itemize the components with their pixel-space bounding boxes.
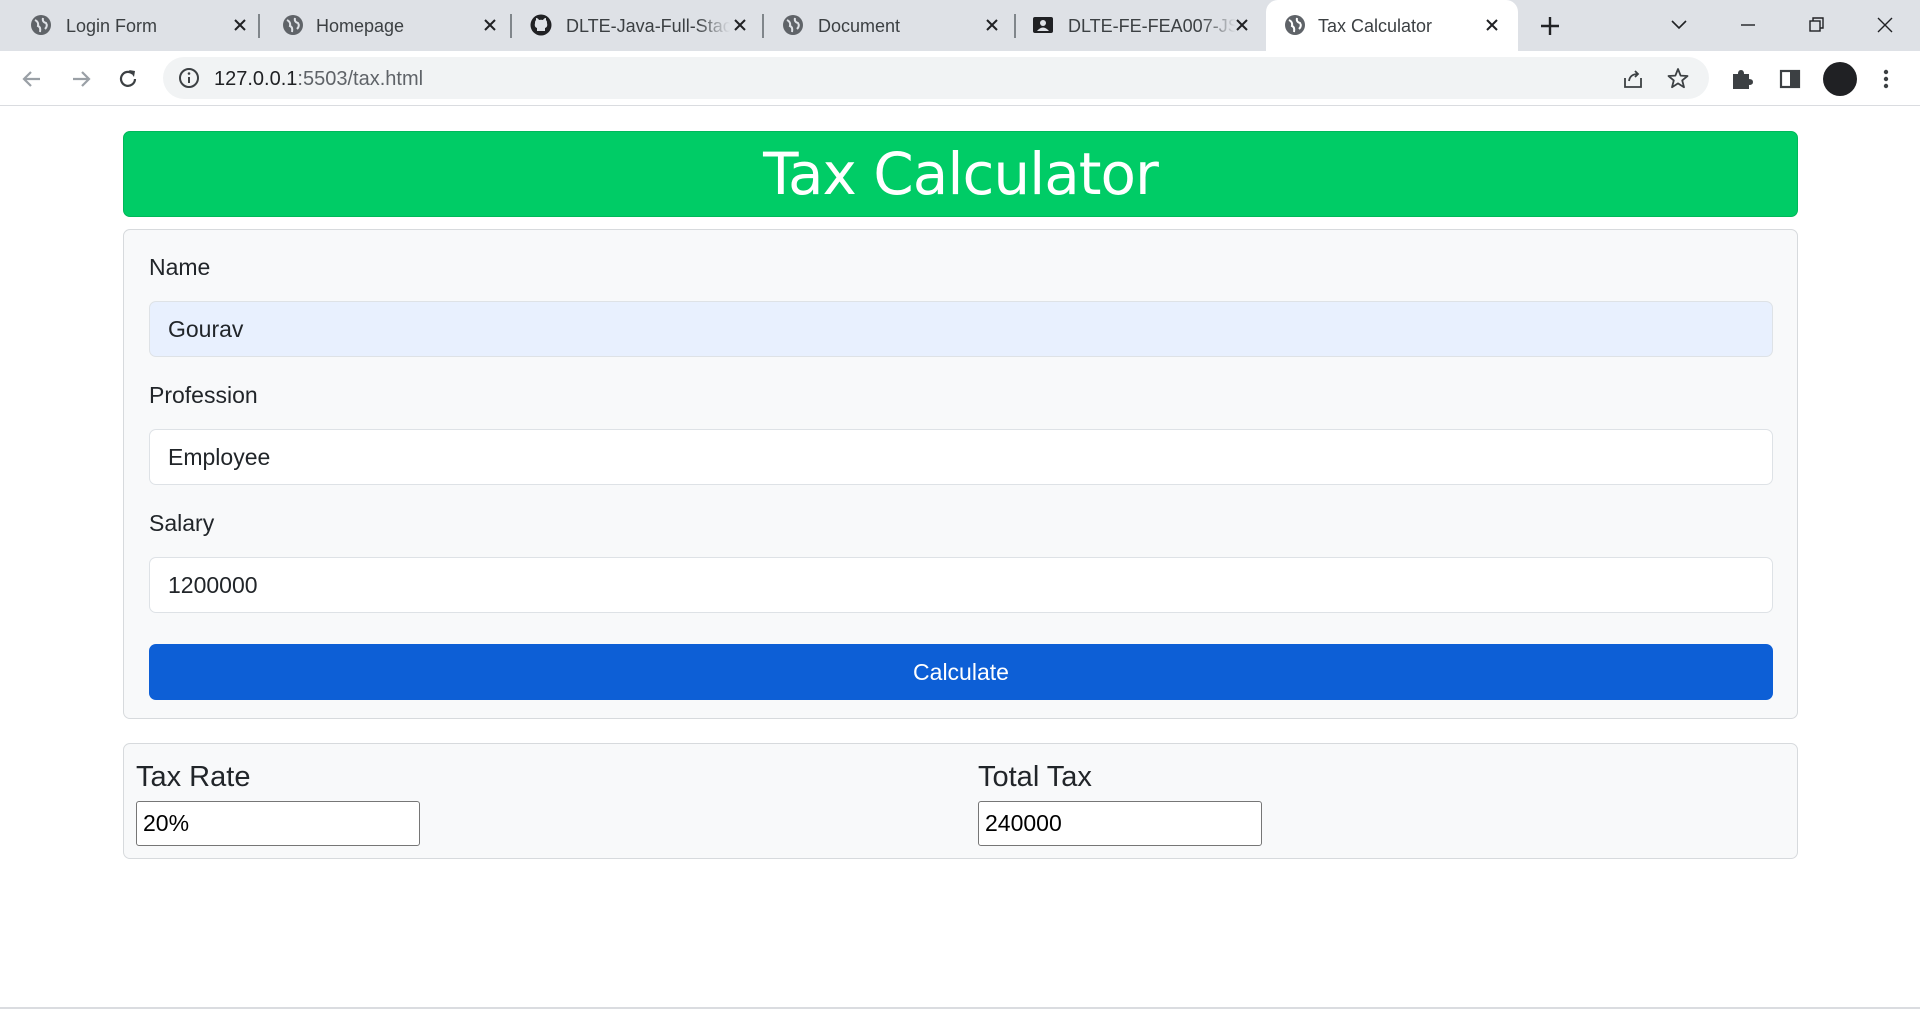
tax-form-card: Name Gourav Profession Employee Salary 1… — [123, 229, 1798, 719]
minimize-icon[interactable] — [1733, 10, 1763, 40]
address-bar[interactable]: 127.0.0.1:5503/tax.html — [163, 57, 1709, 99]
github-icon — [530, 14, 552, 36]
url-path: :5503/tax.html — [297, 68, 424, 90]
name-input[interactable]: Gourav — [149, 301, 1773, 357]
tab-title: DLTE-Java-Full-Stac — [566, 16, 730, 36]
tab-title: Tax Calculator — [1318, 16, 1433, 36]
bookmark-star-icon[interactable] — [1665, 66, 1691, 92]
new-tab-icon[interactable] — [1536, 12, 1564, 40]
tab-title: Homepage — [316, 16, 405, 36]
share-icon[interactable] — [1620, 66, 1646, 92]
tab-separator — [762, 14, 764, 38]
reload-icon[interactable] — [114, 65, 142, 93]
calculate-button[interactable]: Calculate — [149, 644, 1773, 700]
tab-strip: Login Form Homepage DLTE-Java-Full-Stac … — [0, 0, 1920, 51]
total-tax-label: Total Tax — [978, 761, 1092, 793]
tab-document[interactable]: Document — [766, 0, 1016, 51]
tab-separator — [510, 14, 512, 38]
tab-tax-calculator[interactable]: Tax Calculator — [1266, 0, 1518, 51]
url-text: 127.0.0.1:5503/tax.html — [214, 68, 423, 90]
page-title: Tax Calculator — [763, 140, 1159, 208]
tab-title: Login Form — [66, 16, 158, 36]
tab-separator — [1014, 14, 1016, 38]
tab-close-icon[interactable] — [478, 13, 502, 37]
globe-icon — [1285, 15, 1305, 35]
salary-input[interactable]: 1200000 — [149, 557, 1773, 613]
extensions-puzzle-icon[interactable] — [1728, 65, 1756, 93]
globe-icon — [283, 15, 303, 35]
tab-close-icon[interactable] — [228, 13, 252, 37]
tab-homepage[interactable]: Homepage — [262, 0, 512, 51]
browser-toolbar: 127.0.0.1:5503/tax.html — [0, 51, 1920, 106]
profession-input[interactable]: Employee — [149, 429, 1773, 485]
contact-card-icon — [1033, 17, 1053, 33]
forward-arrow-icon[interactable] — [67, 65, 95, 93]
name-label: Name — [149, 254, 211, 280]
tab-title: Document — [818, 16, 901, 36]
tab-search-chevron-icon[interactable] — [1664, 10, 1694, 40]
tab-close-icon[interactable] — [980, 13, 1004, 37]
tab-github[interactable]: DLTE-Java-Full-Stac — [514, 0, 764, 51]
page-content: Tax Calculator Name Gourav Profession Em… — [0, 106, 1920, 1009]
page-header: Tax Calculator — [123, 131, 1798, 217]
profile-avatar[interactable] — [1823, 62, 1857, 96]
tab-close-icon[interactable] — [1480, 13, 1504, 37]
back-arrow-icon[interactable] — [18, 65, 46, 93]
tab-close-icon[interactable] — [1230, 13, 1254, 37]
tab-login-form[interactable]: Login Form — [0, 0, 260, 51]
more-menu-icon[interactable] — [1872, 65, 1900, 93]
tab-dlte-fe[interactable]: DLTE-FE-FEA007-JS — [1018, 0, 1266, 51]
tax-rate-output[interactable]: 20% — [136, 801, 420, 846]
total-tax-output[interactable]: 240000 — [978, 801, 1262, 846]
salary-label: Salary — [149, 510, 215, 536]
tab-separator — [258, 14, 260, 38]
globe-icon — [31, 15, 51, 35]
side-panel-icon[interactable] — [1776, 65, 1804, 93]
tab-title: DLTE-FE-FEA007-JS — [1068, 16, 1236, 36]
tax-rate-label: Tax Rate — [136, 761, 251, 793]
url-host: 127.0.0.1 — [214, 68, 298, 90]
restore-icon[interactable] — [1801, 10, 1831, 40]
profession-label: Profession — [149, 382, 258, 408]
tax-result-card: Tax Rate 20% Total Tax 240000 — [123, 743, 1798, 859]
tab-close-icon[interactable] — [728, 13, 752, 37]
site-info-icon[interactable] — [177, 66, 201, 90]
globe-icon — [783, 15, 803, 35]
window-close-icon[interactable] — [1870, 10, 1900, 40]
